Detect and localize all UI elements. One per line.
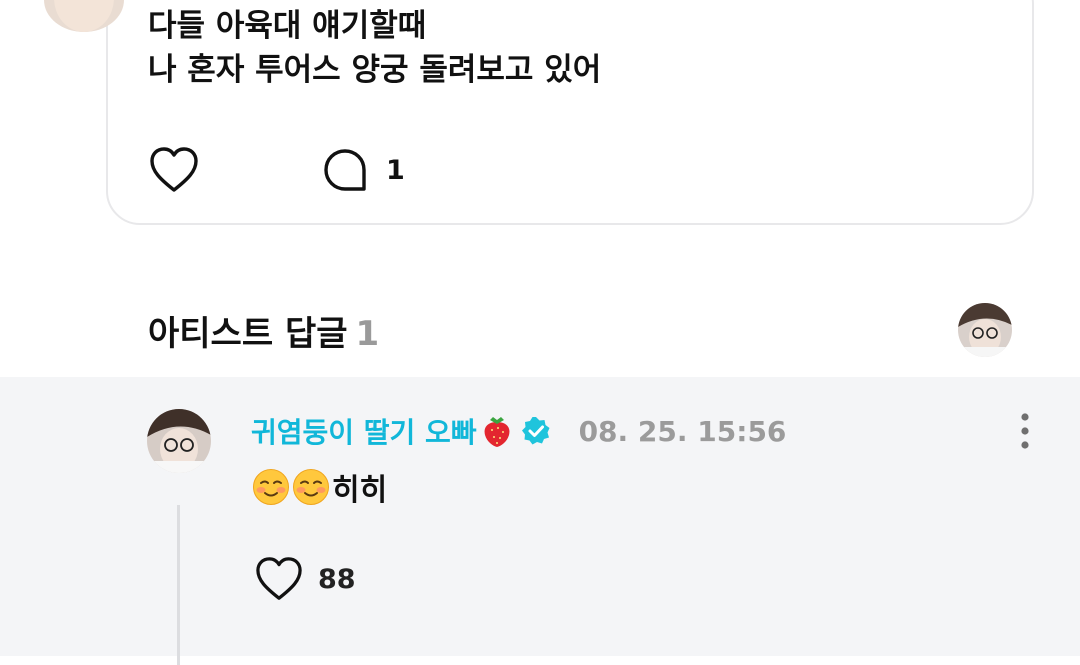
post-line-2: 나 혼자 투어스 양궁 돌려보고 있어 — [148, 52, 602, 88]
verified-badge-icon — [521, 417, 550, 445]
artist-reply: 귀염둥이 딸기 오빠 08. 25. 15:56 히히 88 — [0, 377, 1080, 665]
artist-replies-title: 아티스트 답글 — [148, 314, 348, 354]
post-line-1: 다들 아육대 얘기할때 — [148, 8, 427, 44]
reply-author-name[interactable]: 귀염둥이 딸기 오빠 — [251, 411, 477, 451]
comment-count: 1 — [386, 154, 405, 186]
smiling-face-icon — [253, 469, 289, 505]
heart-outline-icon — [150, 147, 198, 192]
smiling-face-icon — [293, 469, 329, 505]
reply-like-button[interactable]: 88 — [254, 555, 356, 603]
post-like-button[interactable] — [148, 146, 200, 194]
artist-avatar[interactable] — [958, 303, 1012, 357]
post-body: 다들 아육대 얘기할때 나 혼자 투어스 양궁 돌려보고 있어 — [148, 4, 948, 92]
strawberry-icon — [484, 417, 510, 447]
reply-like-count: 88 — [318, 563, 356, 595]
speech-bubble-icon — [324, 149, 366, 191]
thread-line — [177, 505, 180, 665]
reply-author-avatar[interactable] — [147, 409, 211, 473]
reply-body: 히히 — [252, 465, 387, 509]
reply-timestamp: 08. 25. 15:56 — [578, 414, 787, 448]
reply-text: 히히 — [332, 473, 388, 508]
reply-header: 귀염둥이 딸기 오빠 08. 25. 15:56 — [251, 410, 786, 452]
more-options-button[interactable] — [1014, 411, 1036, 451]
artist-replies-heading: 아티스트 답글 1 — [148, 306, 379, 355]
post-comment-button[interactable]: 1 — [322, 146, 405, 194]
heart-outline-icon — [256, 557, 302, 600]
artist-replies-count: 1 — [355, 314, 380, 354]
vertical-dots-icon — [1021, 413, 1029, 449]
